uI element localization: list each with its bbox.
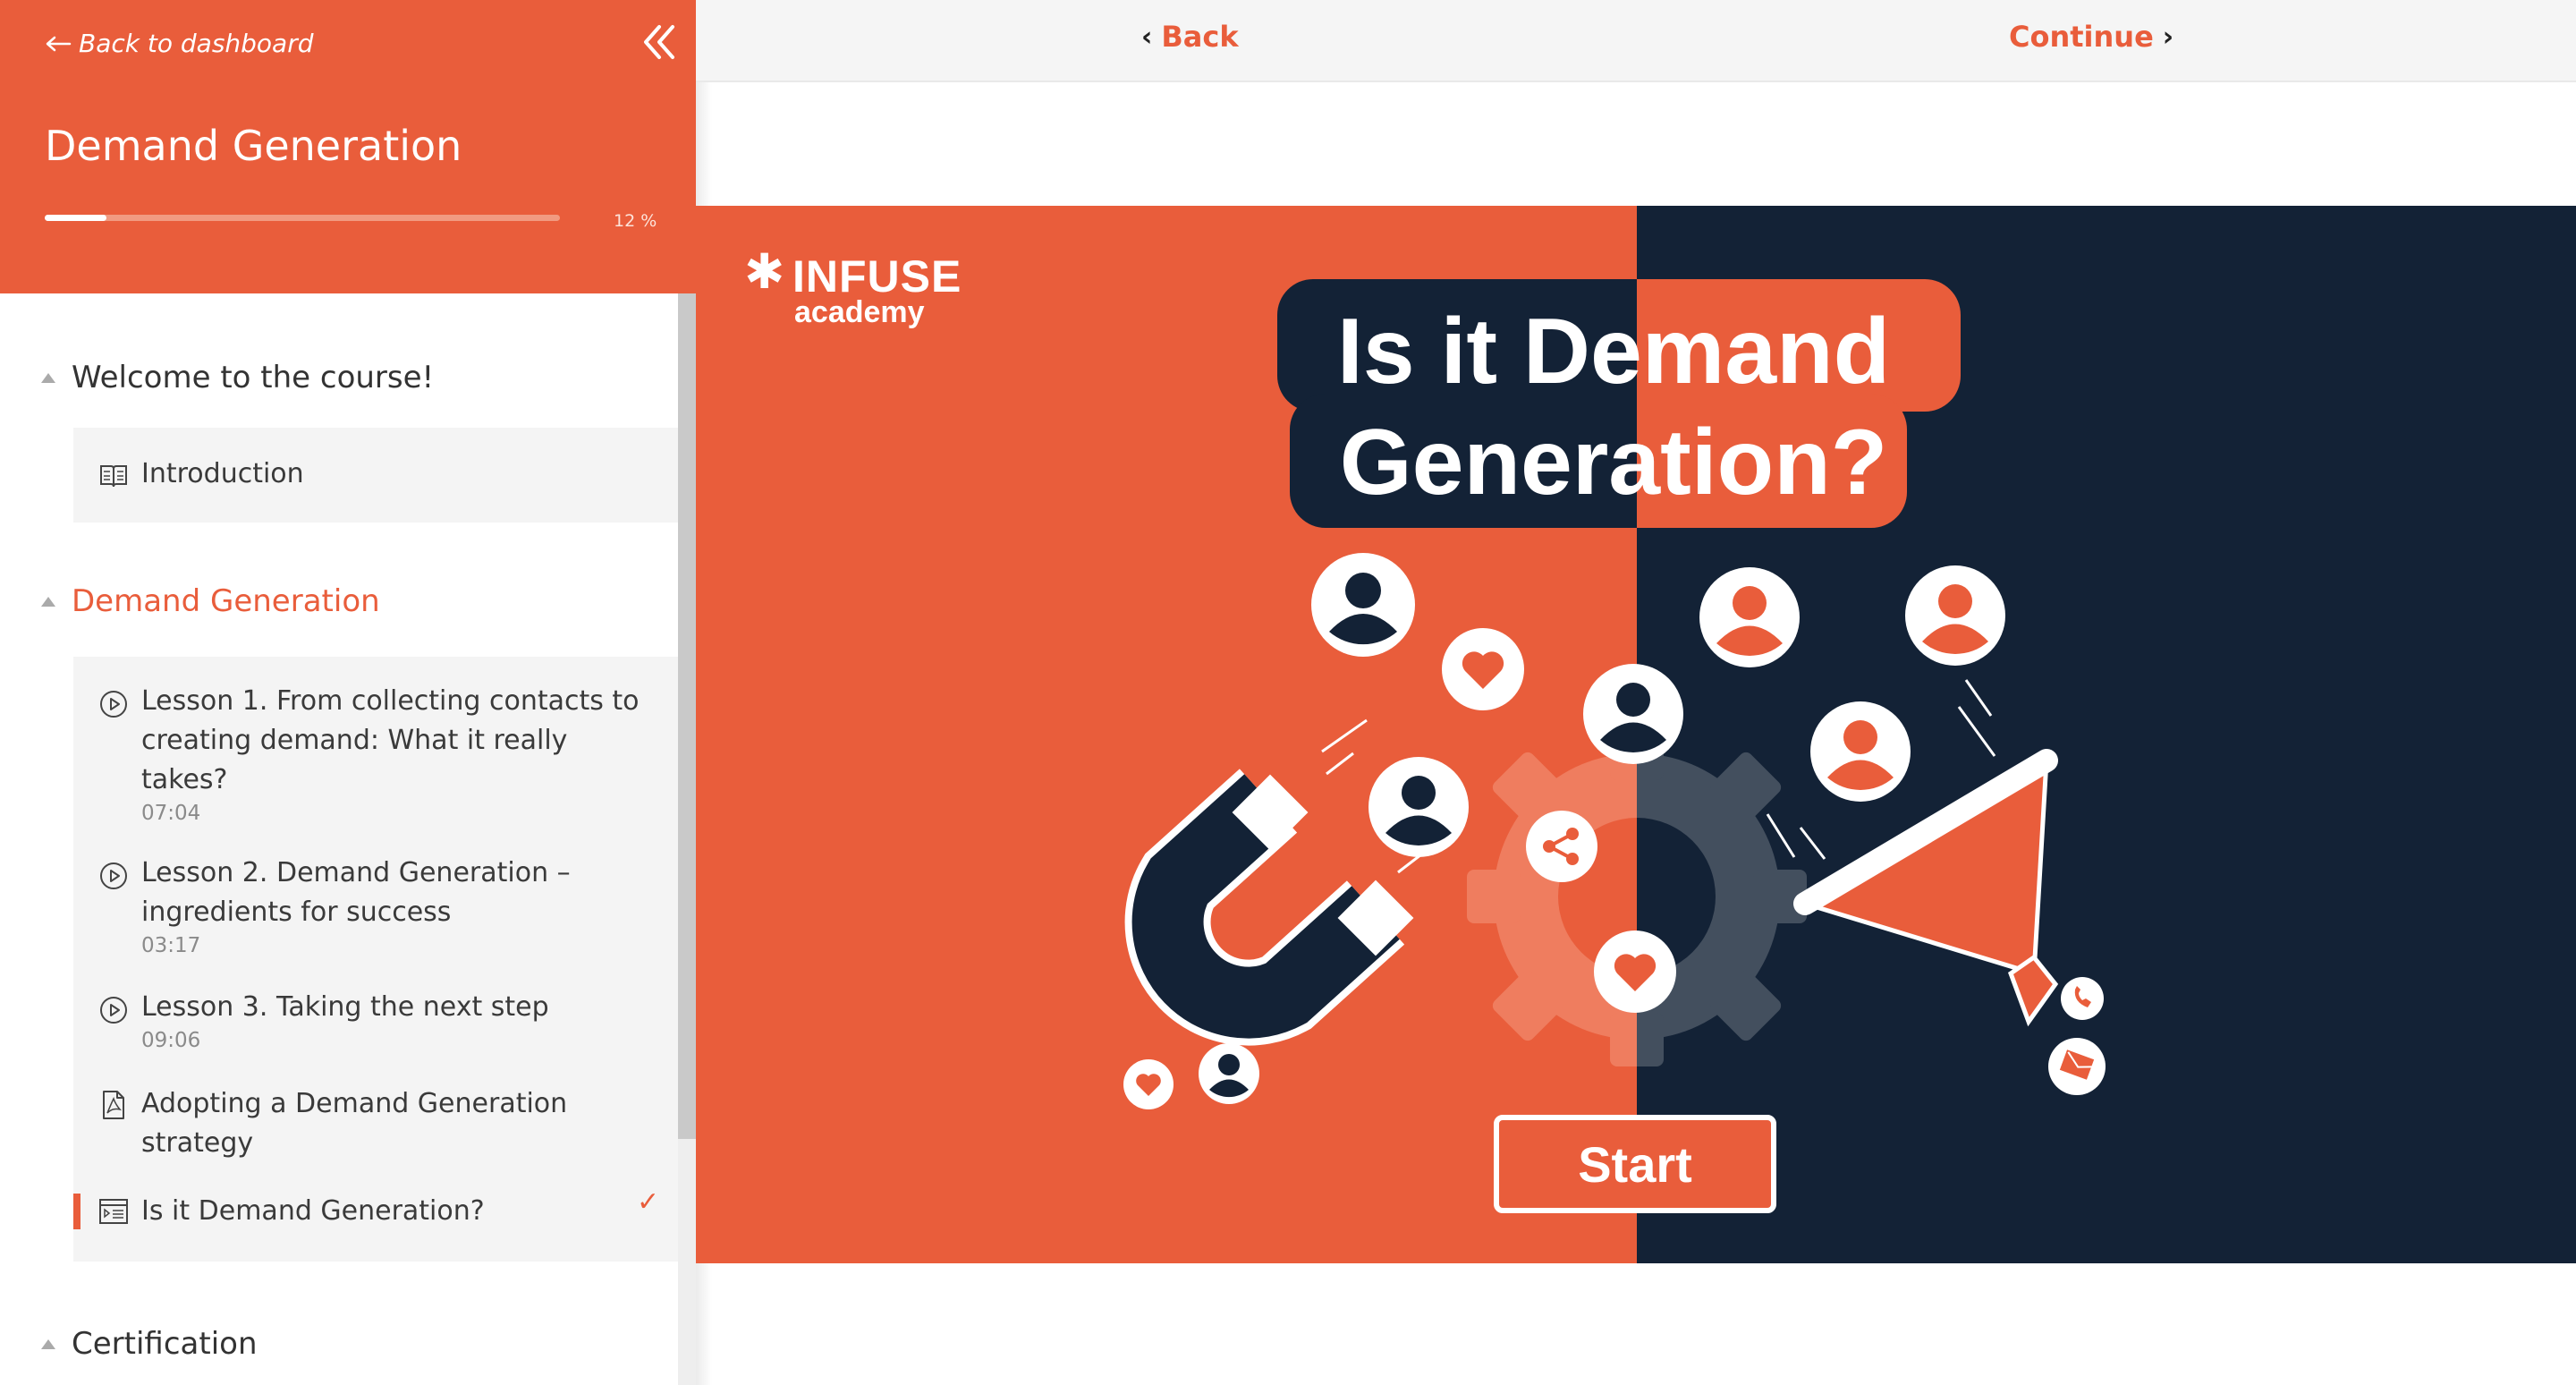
course-title: Demand Generation (45, 122, 462, 170)
play-circle-icon (100, 862, 127, 889)
gear-icon (1467, 726, 1807, 1066)
continue-button-label: Continue (2009, 20, 2154, 54)
user-avatar-icon (1583, 664, 1683, 764)
sidebar-header: Back to dashboard Demand Generation 12 % (0, 0, 696, 293)
back-button-label: Back (1161, 20, 1239, 54)
section-title: Demand Generation (72, 583, 380, 619)
lesson-title: Lesson 2. Demand Generation – ingredient… (141, 857, 571, 928)
completed-check-icon: ✓ (637, 1186, 660, 1218)
back-button[interactable]: ‹ Back (1141, 20, 1239, 54)
collapse-triangle-icon (41, 372, 55, 383)
interactive-lesson-frame: ✱ INFUSE academy Is it Demand Generation… (696, 206, 2576, 1263)
start-button[interactable]: Start (1494, 1115, 1776, 1213)
chevron-right-icon: › (2162, 21, 2174, 53)
lesson-group-demand-generation: Lesson 1. From collecting contacts to cr… (73, 657, 678, 1262)
lesson-item-strategy-pdf[interactable]: Adopting a Demand Generation strategy (73, 1084, 678, 1165)
play-circle-icon (100, 997, 127, 1024)
heart-icon (1123, 1059, 1174, 1109)
chevron-left-icon: ‹ (1141, 21, 1153, 53)
section-demand-generation[interactable]: Demand Generation (41, 583, 380, 619)
lesson-item-is-it-demand-generation[interactable]: Is it Demand Generation? (73, 1194, 678, 1229)
lesson-duration: 07:04 (141, 802, 201, 825)
user-avatar-icon (1199, 1043, 1259, 1104)
section-certification[interactable]: Certification (41, 1326, 258, 1362)
share-icon (1526, 811, 1597, 882)
heart-icon (1594, 930, 1676, 1013)
lesson-navigation-bar: ‹ Back Continue › (696, 0, 2576, 82)
lesson-item-3[interactable]: Lesson 3. Taking the next step 09:06 (73, 988, 678, 1059)
lesson-item-introduction[interactable]: Introduction (73, 455, 678, 499)
lesson-duration: 03:17 (141, 934, 201, 957)
continue-button[interactable]: Continue › (2009, 20, 2174, 54)
lesson-title: Adopting a Demand Generation strategy (141, 1088, 568, 1159)
headline-line-2: Generation? (1340, 411, 1888, 514)
hero-illustration: Is it Demand Generation? (1123, 279, 2106, 1109)
user-avatar-icon (1311, 553, 1415, 657)
mail-icon (2048, 1038, 2106, 1095)
lesson-duration: 09:06 (141, 1029, 201, 1052)
user-avatar-icon (1699, 567, 1800, 667)
sidebar-scrollbar-thumb[interactable] (678, 293, 696, 1139)
section-welcome[interactable]: Welcome to the course! (41, 360, 434, 395)
user-avatar-icon (1368, 757, 1469, 857)
course-progress-bar (45, 215, 560, 221)
lesson-title: Is it Demand Generation? (141, 1195, 485, 1227)
collapse-sidebar-icon[interactable] (637, 20, 682, 64)
back-to-dashboard-link[interactable]: Back to dashboard (45, 29, 314, 58)
interactive-icon (99, 1199, 128, 1224)
app: Back to dashboard Demand Generation 12 %… (0, 0, 2576, 1385)
back-to-dashboard-label: Back to dashboard (79, 29, 314, 58)
course-progress-percent: 12 % (614, 211, 657, 231)
lesson-title: Lesson 3. Taking the next step (141, 991, 549, 1023)
lesson-title: Lesson 1. From collecting contacts to cr… (141, 685, 640, 795)
collapse-triangle-icon (41, 1338, 55, 1349)
play-circle-icon (100, 691, 127, 718)
funnel-icon (1766, 679, 2059, 1027)
section-title: Welcome to the course! (72, 360, 435, 395)
current-lesson-indicator (73, 1194, 80, 1229)
user-avatar-icon (1905, 565, 2005, 666)
collapse-triangle-icon (41, 596, 55, 607)
book-icon (100, 465, 127, 488)
pdf-icon (103, 1091, 124, 1119)
arrow-left-icon (46, 36, 72, 51)
phone-icon (2061, 977, 2104, 1020)
course-sidebar: Back to dashboard Demand Generation 12 %… (0, 0, 696, 1385)
lesson-item-1[interactable]: Lesson 1. From collecting contacts to cr… (73, 682, 678, 825)
lesson-group-welcome: Introduction (73, 428, 678, 523)
heart-icon (1442, 628, 1524, 710)
lesson-title: Introduction (141, 458, 304, 489)
lesson-item-2[interactable]: Lesson 2. Demand Generation – ingredient… (73, 854, 678, 961)
user-avatar-icon (1810, 701, 1911, 802)
course-progress-fill (45, 215, 107, 221)
section-title: Certification (72, 1326, 258, 1362)
headline-line-1: Is it Demand (1337, 300, 1890, 404)
